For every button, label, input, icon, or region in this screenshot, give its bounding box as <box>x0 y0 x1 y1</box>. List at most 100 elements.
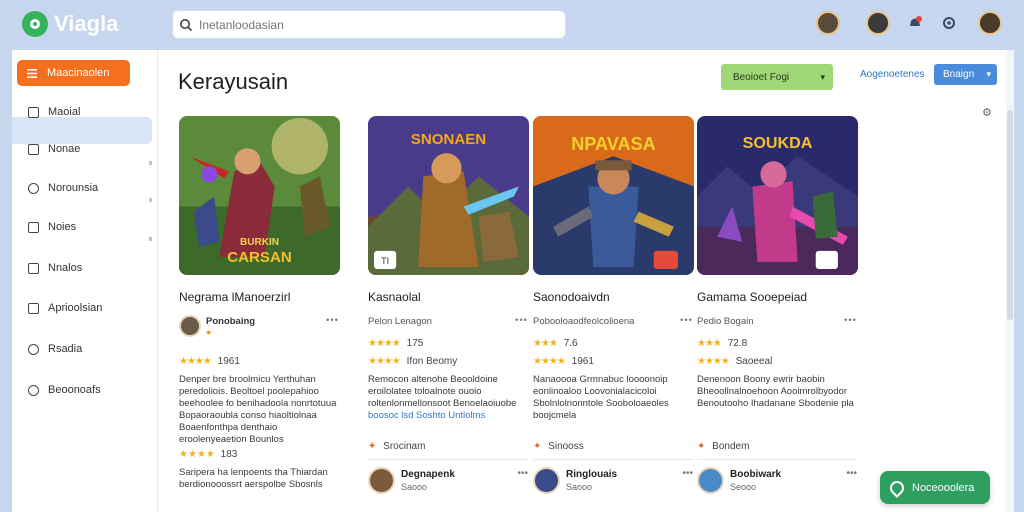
sidebar-item-2[interactable]: Nonae <box>12 136 158 162</box>
sidebar-item-6[interactable]: Aprioolsian <box>12 295 158 321</box>
game-title[interactable]: Kasnaolal <box>368 290 421 304</box>
search-input[interactable] <box>199 17 539 32</box>
rating-label-row: ★★★★ Ifon Beomy <box>368 356 457 367</box>
more-options-icon[interactable]: ••• <box>515 315 528 326</box>
sidebar-marker <box>149 237 152 241</box>
logo-icon <box>22 11 48 37</box>
rating-label-row: ★★★★ 1961 <box>533 356 594 367</box>
game-notes: Saripera ha lenpoents tha Thiardan berdi… <box>179 467 328 490</box>
author-row[interactable]: Ringlouais Saooo ••• <box>533 467 693 495</box>
rating-stars-icon: ★★★★ <box>179 356 212 367</box>
game-card[interactable]: NPAVASA Saonodoaivdn Pobooloaodfeolcolio… <box>533 116 694 512</box>
header-link[interactable]: Aogenoetenes <box>860 69 925 80</box>
game-title[interactable]: Negrama lManoerzirl <box>179 290 290 304</box>
more-options-icon[interactable]: ••• <box>517 468 528 479</box>
more-options-icon[interactable]: ••• <box>682 468 693 479</box>
author-name: Boobiwark <box>730 469 782 480</box>
genre-tag: ✦ Sinooss <box>533 441 584 452</box>
publisher-name: Pedio Bogain <box>697 316 754 327</box>
author-name: Degnapenk <box>401 469 455 480</box>
game-thumbnail[interactable]: SOUKDA <box>697 116 858 275</box>
profile-avatar[interactable] <box>978 11 1002 35</box>
author-row[interactable]: Boobiwark Seooo ••• <box>697 467 857 495</box>
genre-tag: ✦ Srocinam <box>368 441 425 452</box>
sort-label: Bnaign <box>943 69 975 80</box>
rating-stars-icon: ★★★ <box>533 338 558 349</box>
game-thumbnail[interactable]: NPAVASA <box>533 116 694 275</box>
floating-action-label: Noceooolera <box>912 481 975 494</box>
game-card[interactable]: SNONAEN TI Kasnaolal Pelon Lenagon ••• ★… <box>368 116 529 512</box>
sidebar-item-4[interactable]: Noies <box>12 214 158 240</box>
sidebar-item-label: Aprioolsian <box>48 302 103 314</box>
filter-dropdown[interactable]: Beoioet Fogi ▾ <box>721 64 833 90</box>
rating-row: ★★★★ 175 <box>368 338 423 349</box>
svg-text:SOUKDA: SOUKDA <box>743 134 813 152</box>
rating-label: Ifon Beomy <box>406 356 458 367</box>
more-options-icon[interactable]: ••• <box>844 315 857 326</box>
app-logo[interactable]: Viagla <box>22 11 118 37</box>
card-meta: Pobooloaodfeolcolioena ••• <box>533 315 693 335</box>
game-thumbnail[interactable]: SNONAEN TI <box>368 116 529 275</box>
notifications-icon[interactable] <box>904 12 926 34</box>
game-title[interactable]: Gamama Sooepeiad <box>697 290 807 304</box>
friend-avatar[interactable] <box>866 11 890 35</box>
svg-text:BURKIN: BURKIN <box>240 237 279 248</box>
sidebar-item-label: Beoonoafs <box>48 384 101 396</box>
sidebar-item-1[interactable]: Maoial <box>12 99 158 125</box>
game-description: Remocon altenohe Beooldoine eroilolatee … <box>368 374 528 422</box>
tag-label: Sinooss <box>548 441 584 452</box>
floating-action-button[interactable]: Noceooolera <box>880 471 990 504</box>
main-content: Kerayusain Beoioet Fogi ▾ Aogenoetenes B… <box>158 50 1014 512</box>
rating-row: ★★★ 72.8 <box>697 338 747 349</box>
sidebar-item-7[interactable]: Rsadia <box>12 336 158 362</box>
game-title[interactable]: Saonodoaivdn <box>533 290 610 304</box>
card-meta: Pelon Lenagon ••• <box>368 315 528 335</box>
settings-icon[interactable] <box>938 12 960 34</box>
sort-dropdown[interactable]: Bnaign ▾ <box>934 64 997 85</box>
more-options-icon[interactable]: ••• <box>680 315 693 326</box>
sidebar-item-3[interactable]: Norounsia <box>12 175 158 201</box>
top-actions <box>816 11 1002 35</box>
scrollbar[interactable] <box>1006 50 1014 512</box>
document-icon <box>28 106 39 118</box>
rating-label-row: ★★★★ Saoeeal <box>697 356 772 367</box>
view-settings-icon[interactable]: ⚙ <box>982 106 992 119</box>
more-options-icon[interactable]: ••• <box>326 315 339 326</box>
rating-count: 175 <box>406 338 424 349</box>
publisher-avatar <box>179 315 201 337</box>
rating-count: 7.6 <box>563 338 578 349</box>
description-link[interactable]: boosoc lsd Soshto Untlolms <box>368 410 485 421</box>
sidebar-item-label: Maoial <box>48 106 81 118</box>
sidebar-item-label: Norounsia <box>48 182 99 194</box>
document-icon <box>28 302 39 314</box>
scrollbar-thumb[interactable] <box>1007 110 1013 320</box>
svg-text:TI: TI <box>381 256 389 266</box>
sidebar-item-8[interactable]: Beoonoafs <box>12 377 158 403</box>
game-thumbnail[interactable]: BURKIN CARSAN <box>179 116 340 275</box>
game-card[interactable]: BURKIN CARSAN Negrama lManoerzirl Ponoba… <box>179 116 340 512</box>
svg-text:NPAVASA: NPAVASA <box>571 134 656 154</box>
more-options-icon[interactable]: ••• <box>846 468 857 479</box>
sidebar-primary-button[interactable]: Maacinaolen <box>17 60 130 86</box>
game-description: Nanaoooa Grmnabuc loooonoip eonlinoaloo … <box>533 374 669 421</box>
game-card[interactable]: SOUKDA Gamama Sooepeiad Pedio Bogain •••… <box>697 116 858 512</box>
sidebar-item-label: Nnalos <box>48 262 83 274</box>
verified-icon: ● <box>206 327 212 337</box>
rating-row: ★★★★ 1961 <box>179 356 240 367</box>
author-row[interactable]: Degnapenk Saooo ••• <box>368 467 528 495</box>
rating-stars-icon: ★★★★ <box>368 356 401 367</box>
tag-icon: ✦ <box>368 441 377 452</box>
app-window: Viagla Maacinaolen <box>12 0 1014 512</box>
author-sub: Saooo <box>566 482 593 492</box>
rating-stars-icon: ★★★ <box>697 338 722 349</box>
author-avatar <box>697 467 724 494</box>
user-avatar[interactable] <box>816 11 840 35</box>
sidebar-item-5[interactable]: Nnalos <box>12 255 158 281</box>
filter-label: Beoioet Fogi <box>733 71 790 83</box>
chevron-down-icon: ▾ <box>986 69 991 79</box>
search-bar[interactable] <box>172 10 566 39</box>
tag-label: Srocinam <box>383 441 426 452</box>
search-icon <box>180 18 193 31</box>
author-avatar <box>533 467 560 494</box>
card-divider <box>533 459 693 460</box>
